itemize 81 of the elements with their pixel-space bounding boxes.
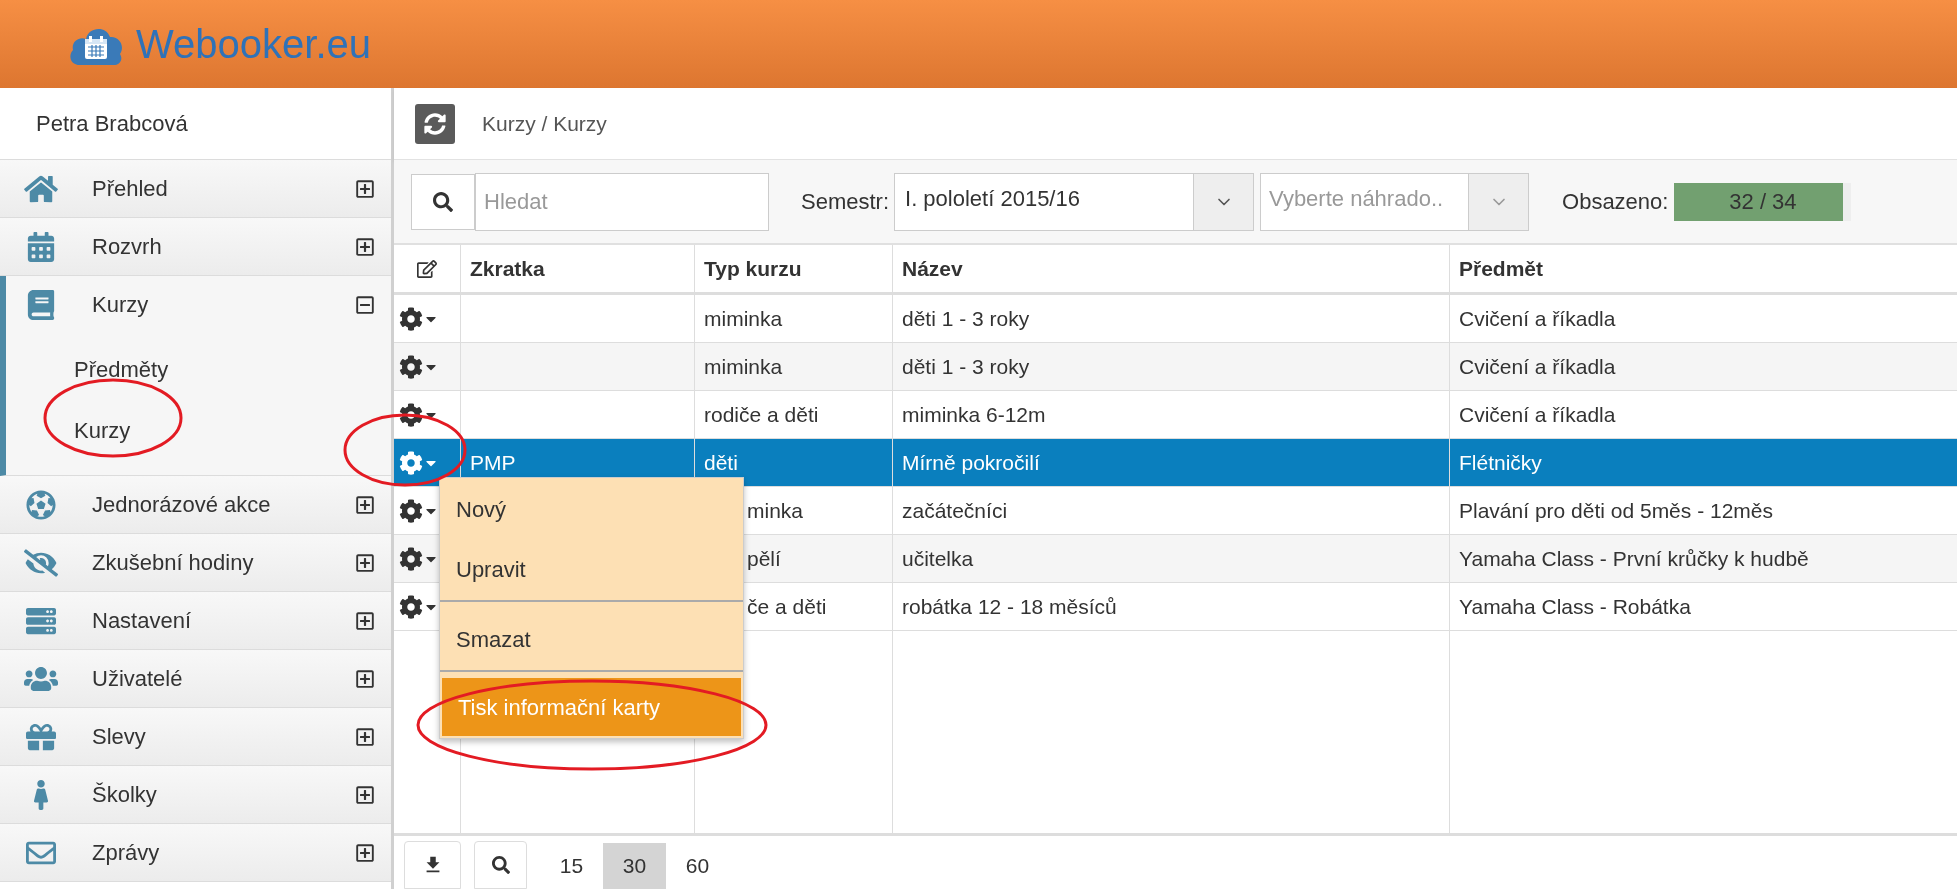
search-icon [433, 191, 453, 212]
expand-icon[interactable] [355, 842, 375, 863]
table-cell-text: děti 1 - 3 roky [902, 305, 1030, 332]
table-row[interactable]: miminka děti 1 - 3 roky Cvičení a říkadla [394, 295, 1957, 343]
table-cell-text: miminka [704, 305, 783, 332]
table-cell-text: pělí [747, 545, 781, 572]
user-name: Petra Brabcová [36, 110, 188, 138]
semester-label: Semestr: [801, 188, 890, 216]
edit-icon [417, 258, 437, 279]
table-cell-text: začátečníci [902, 497, 1008, 524]
table-cell-text: PMP [470, 449, 516, 476]
table-cell-text: Mírně pokročilí [902, 449, 1040, 476]
table-cell-text: Cvičení a říkadla [1459, 305, 1616, 332]
sidebar-item[interactable]: Zkušební hodiny [0, 534, 391, 591]
table-cell-text: Cvičení a říkadla [1459, 401, 1616, 428]
refresh-icon [424, 112, 446, 135]
search-button[interactable] [474, 841, 527, 889]
occupancy-reading: 32 / 34 [1728, 188, 1798, 216]
search-field[interactable]: Hledat [475, 172, 769, 231]
table-cell-text: minka [747, 497, 804, 524]
column-header[interactable]: Název [893, 245, 1450, 292]
export-button[interactable] [404, 841, 461, 889]
table-cell-text: Flétničky [1459, 449, 1542, 476]
search-button[interactable] [411, 173, 475, 230]
semester-select[interactable]: I. pololetí 2015/16 [894, 172, 1255, 231]
refresh-button[interactable] [415, 103, 455, 144]
expand-icon[interactable] [355, 726, 375, 747]
column-header[interactable]: Předmět [1450, 245, 1957, 292]
search-icon [491, 856, 510, 874]
table-cell-text: rodiče a děti [704, 401, 819, 428]
occupancy-label: Obsazeno: [1562, 188, 1669, 216]
expand-icon[interactable] [355, 236, 375, 257]
expand-icon[interactable] [355, 552, 375, 573]
sidebar-item[interactable]: Přehled [0, 160, 391, 217]
expand-icon[interactable] [355, 178, 375, 199]
table-cell-text: če a děti [747, 593, 827, 620]
breadcrumb: Kurzy / Kurzy [482, 110, 607, 137]
page-size-option[interactable]: 30 [603, 843, 666, 889]
gear-icon[interactable] [399, 402, 423, 427]
sidebar-item[interactable]: Slevy [0, 708, 391, 765]
page-size-option[interactable]: 15 [540, 843, 603, 889]
page-size-option[interactable]: 60 [666, 843, 729, 889]
table-cell-text: miminka [704, 353, 783, 380]
table-cell-text: Yamaha Class - Robátka [1459, 593, 1691, 620]
gear-icon[interactable] [399, 306, 423, 331]
gear-icon[interactable] [399, 354, 423, 379]
table-cell-text: Yamaha Class - První krůčky k hudbě [1459, 545, 1809, 572]
submenu-item[interactable]: Kurzy [74, 414, 131, 447]
table-cell-text: robátka 12 - 18 měsíců [902, 593, 1117, 620]
menu-item[interactable]: Smazat [440, 608, 743, 672]
table-cell-text: Plavání pro děti od 5měs - 12měs [1459, 497, 1773, 524]
gear-icon[interactable] [399, 498, 423, 523]
collapse-icon[interactable] [355, 294, 375, 315]
column-header[interactable]: Typ kurzu [695, 245, 893, 292]
menu-item[interactable]: Upravit [440, 538, 743, 602]
column-header[interactable]: Zkratka [461, 245, 695, 292]
table-row[interactable]: rodiče a děti miminka 6-12m Cvičení a říkadla [394, 391, 1957, 439]
table-cell-text: děti 1 - 3 roky [902, 353, 1030, 380]
sidebar-item[interactable]: Uživatelé [0, 650, 391, 707]
sidebar-item[interactable]: Kurzy [6, 276, 391, 333]
table-cell-text: učitelka [902, 545, 974, 572]
table-cell-text: miminka 6-12m [902, 401, 1046, 428]
gear-icon[interactable] [399, 546, 423, 571]
eye-slash-icon [24, 547, 58, 578]
sidebar-item[interactable]: Školky [0, 766, 391, 823]
expand-icon[interactable] [355, 668, 375, 689]
table-cell-text: děti [704, 449, 738, 476]
sidebar-item[interactable]: Rozvrh [0, 218, 391, 275]
gift-icon [24, 721, 58, 752]
sidebar-item[interactable]: Zprávy [0, 824, 391, 881]
sidebar-item[interactable]: Nastavení [0, 592, 391, 649]
table-cell-text: Cvičení a říkadla [1459, 353, 1616, 380]
home-icon [24, 173, 58, 204]
expand-icon[interactable] [355, 610, 375, 631]
expand-icon[interactable] [355, 784, 375, 805]
submenu-item[interactable]: Předměty [74, 353, 169, 386]
table-row[interactable]: miminka děti 1 - 3 roky Cvičení a říkadla [394, 343, 1957, 391]
gear-icon[interactable] [399, 594, 423, 619]
sidebar-item[interactable]: Jednorázové akce [0, 476, 391, 533]
expand-icon[interactable] [355, 494, 375, 515]
bars-icon [24, 605, 58, 636]
